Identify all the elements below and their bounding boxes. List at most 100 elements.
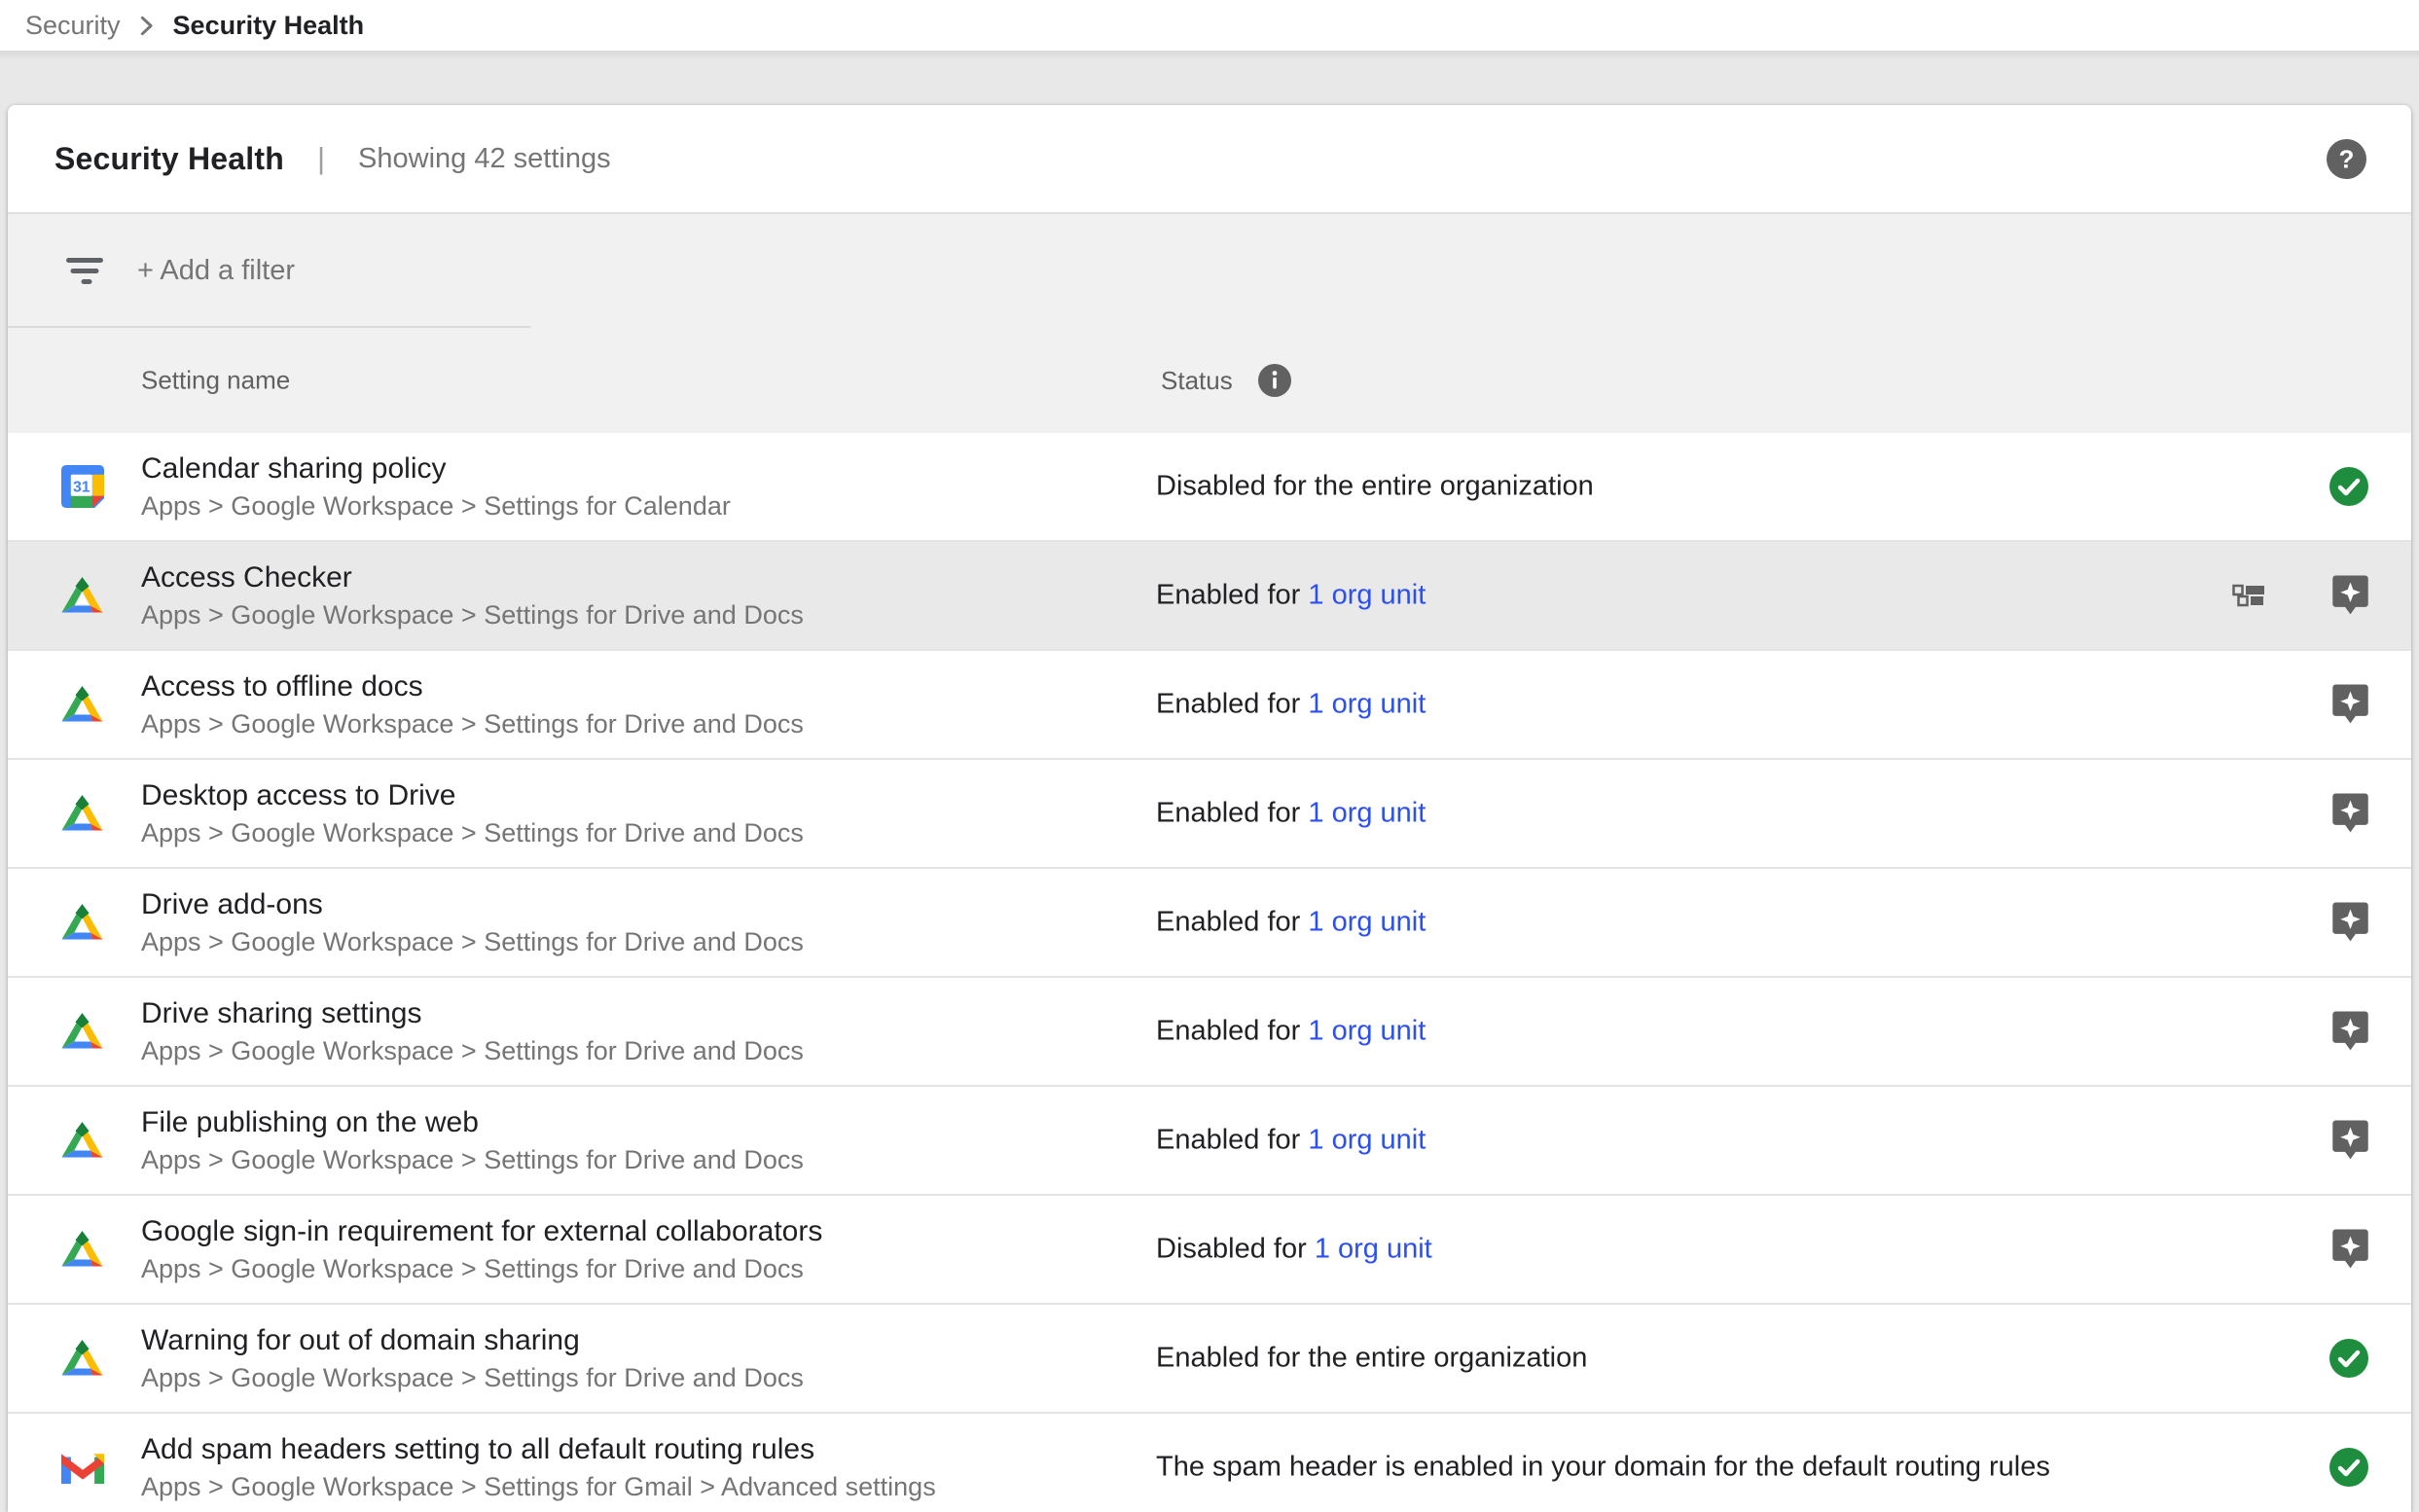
app-icon: [59, 576, 105, 616]
page-title: Security Health: [54, 141, 284, 177]
status-cell: The spam header is enabled in your domai…: [1156, 1452, 2050, 1484]
table-row[interactable]: Calendar sharing policy Apps > Google Wo…: [8, 433, 2411, 542]
recommendation-badge-icon[interactable]: [2332, 685, 2368, 725]
setting-name-cell: Drive sharing settings Apps > Google Wor…: [141, 995, 804, 1068]
setting-path: Apps > Google Workspace > Settings for D…: [141, 598, 804, 632]
app-icon: [59, 1012, 105, 1052]
setting-title: Drive sharing settings: [141, 995, 804, 1032]
setting-name-cell: File publishing on the web Apps > Google…: [141, 1104, 804, 1177]
table-header-row: Setting name Status: [8, 328, 2411, 433]
setting-name-cell: Google sign-in requirement for external …: [141, 1213, 822, 1286]
table-row[interactable]: Access to offline docs Apps > Google Wor…: [8, 651, 2411, 760]
status-cell: Disabled for the entire organization: [1156, 471, 1594, 503]
status-text: Enabled for the entire organization: [1156, 1343, 1587, 1374]
setting-name-cell: Access to offline docs Apps > Google Wor…: [141, 668, 804, 741]
table-row[interactable]: Google sign-in requirement for external …: [8, 1196, 2411, 1305]
status-text: Enabled for: [1156, 689, 1308, 720]
app-icon: [59, 685, 105, 725]
status-text: The spam header is enabled in your domai…: [1156, 1452, 2050, 1483]
recommendation-badge-icon[interactable]: [2332, 903, 2368, 943]
status-text: Enabled for: [1156, 580, 1308, 611]
setting-title: Access to offline docs: [141, 668, 804, 705]
filter-icon: [66, 258, 103, 285]
setting-path: Apps > Google Workspace > Settings for D…: [141, 707, 804, 741]
org-unit-link[interactable]: 1 org unit: [1315, 1234, 1432, 1265]
status-cell: Enabled for 1 org unit: [1156, 689, 1426, 721]
recommendation-badge-icon[interactable]: [2332, 1230, 2368, 1270]
setting-path: Apps > Google Workspace > Settings for G…: [141, 1470, 936, 1504]
status-cell: Enabled for 1 org unit: [1156, 798, 1426, 830]
breadcrumb: Security Security Health: [0, 0, 2419, 51]
status-text: Enabled for: [1156, 1125, 1308, 1156]
status-cell: Disabled for 1 org unit: [1156, 1234, 1432, 1266]
settings-count: Showing 42 settings: [358, 143, 611, 175]
setting-name-column-header: Setting name: [141, 366, 290, 396]
recommendation-badge-icon[interactable]: [2332, 1012, 2368, 1052]
setting-name-cell: Desktop access to Drive Apps > Google Wo…: [141, 777, 804, 850]
org-units-mapping-icon[interactable]: [2232, 584, 2265, 607]
breadcrumb-current: Security Health: [173, 11, 365, 41]
breadcrumb-parent-link[interactable]: Security: [25, 11, 121, 41]
table-row[interactable]: Desktop access to Drive Apps > Google Wo…: [8, 760, 2411, 869]
table-row[interactable]: Drive sharing settings Apps > Google Wor…: [8, 978, 2411, 1087]
table-row[interactable]: File publishing on the web Apps > Google…: [8, 1087, 2411, 1196]
org-unit-link[interactable]: 1 org unit: [1308, 1016, 1426, 1047]
org-unit-link[interactable]: 1 org unit: [1308, 907, 1426, 938]
status-text: Disabled for the entire organization: [1156, 471, 1594, 502]
setting-title: Warning for out of domain sharing: [141, 1322, 804, 1359]
recommendation-badge-icon[interactable]: [2332, 794, 2368, 834]
setting-path: Apps > Google Workspace > Settings for C…: [141, 489, 731, 523]
help-icon[interactable]: [2327, 139, 2366, 179]
status-cell: Enabled for 1 org unit: [1156, 1125, 1426, 1157]
setting-title: Calendar sharing policy: [141, 450, 731, 487]
table-row[interactable]: Add spam headers setting to all default …: [8, 1414, 2411, 1512]
status-cell: Enabled for 1 org unit: [1156, 580, 1426, 612]
status-text: Disabled for: [1156, 1234, 1315, 1265]
filter-and-header-section: + Add a filter Setting name Status: [8, 214, 2411, 433]
app-icon: [59, 903, 105, 943]
status-text: Enabled for: [1156, 907, 1308, 938]
recommendation-badge-icon[interactable]: [2332, 1121, 2368, 1161]
status-ok-icon: [2329, 1339, 2368, 1378]
setting-title: Google sign-in requirement for external …: [141, 1213, 822, 1250]
setting-name-cell: Warning for out of domain sharing Apps >…: [141, 1322, 804, 1395]
setting-title: Access Checker: [141, 559, 804, 596]
chevron-right-icon: [140, 16, 154, 36]
app-icon: [59, 1339, 105, 1379]
add-filter-button[interactable]: + Add a filter: [137, 255, 295, 287]
table-row[interactable]: Warning for out of domain sharing Apps >…: [8, 1305, 2411, 1414]
status-column-header: Status: [1161, 366, 1233, 396]
recommendation-badge-icon[interactable]: [2332, 576, 2368, 616]
card-header: Security Health | Showing 42 settings: [8, 105, 2411, 214]
setting-title: Desktop access to Drive: [141, 777, 804, 814]
setting-path: Apps > Google Workspace > Settings for D…: [141, 925, 804, 959]
status-text: Enabled for: [1156, 798, 1308, 829]
status-text: Enabled for: [1156, 1016, 1308, 1047]
setting-path: Apps > Google Workspace > Settings for D…: [141, 1361, 804, 1395]
setting-name-cell: Access Checker Apps > Google Workspace >…: [141, 559, 804, 632]
settings-table: Calendar sharing policy Apps > Google Wo…: [8, 433, 2411, 1512]
page-band-shadow: [0, 51, 2419, 60]
security-health-card: Security Health | Showing 42 settings + …: [8, 105, 2411, 1512]
setting-name-cell: Drive add-ons Apps > Google Workspace > …: [141, 886, 804, 959]
setting-name-cell: Add spam headers setting to all default …: [141, 1431, 936, 1504]
filter-bar: + Add a filter: [8, 214, 2411, 328]
setting-title: File publishing on the web: [141, 1104, 804, 1141]
app-icon: [59, 1121, 105, 1161]
app-icon: [59, 1230, 105, 1270]
org-unit-link[interactable]: 1 org unit: [1308, 1125, 1426, 1156]
setting-title: Add spam headers setting to all default …: [141, 1431, 936, 1468]
app-icon: [59, 465, 105, 508]
org-unit-link[interactable]: 1 org unit: [1308, 798, 1426, 829]
table-row[interactable]: Access Checker Apps > Google Workspace >…: [8, 542, 2411, 651]
status-ok-icon: [2329, 1448, 2368, 1487]
status-cell: Enabled for 1 org unit: [1156, 1016, 1426, 1048]
setting-path: Apps > Google Workspace > Settings for D…: [141, 1034, 804, 1068]
setting-path: Apps > Google Workspace > Settings for D…: [141, 816, 804, 850]
org-unit-link[interactable]: 1 org unit: [1308, 689, 1426, 720]
info-icon[interactable]: [1258, 364, 1291, 397]
table-row[interactable]: Drive add-ons Apps > Google Workspace > …: [8, 869, 2411, 978]
org-unit-link[interactable]: 1 org unit: [1308, 580, 1426, 611]
title-separator: |: [317, 141, 325, 176]
app-icon: [59, 794, 105, 834]
